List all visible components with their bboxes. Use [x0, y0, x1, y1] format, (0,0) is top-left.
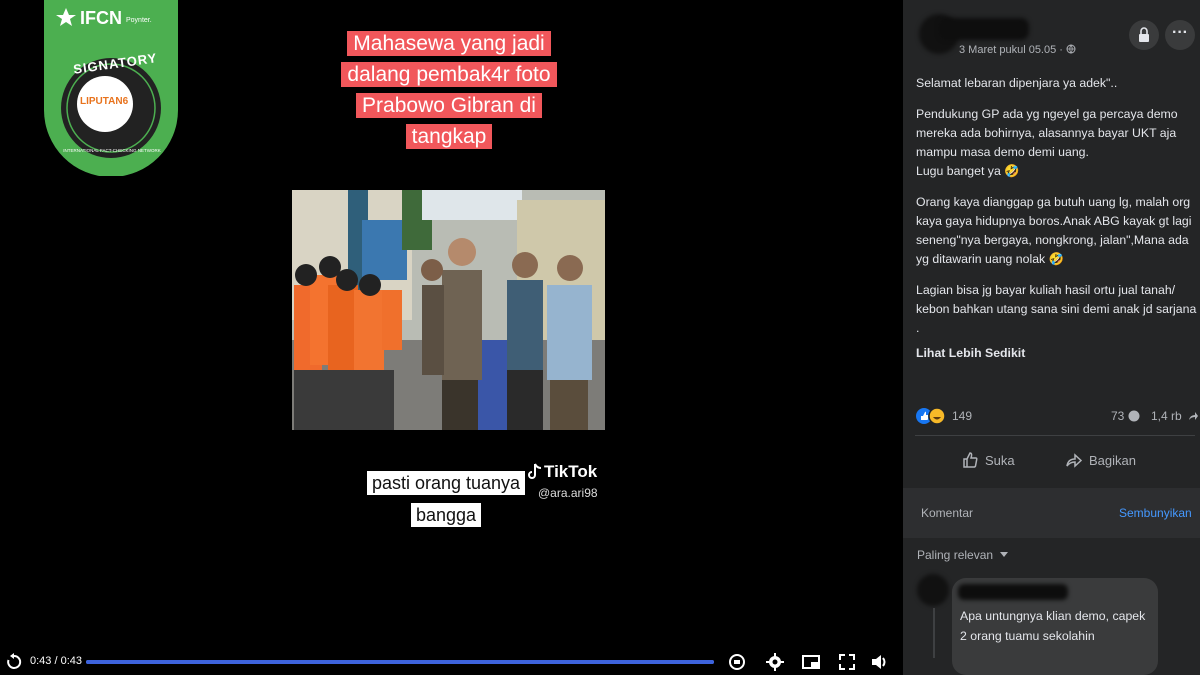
post-paragraph-4: Lagian bisa jg bayar kuliah hasil ortu j…: [916, 283, 1197, 335]
comment-text: Apa untungnya klian demo, capek 2 orang …: [960, 609, 1146, 643]
sort-label: Paling relevan: [917, 548, 994, 562]
share-button[interactable]: Bagikan: [1065, 451, 1136, 469]
poynter-label: Poynter.: [126, 17, 152, 24]
more-icon: ···: [1172, 24, 1188, 41]
replay-icon[interactable]: [4, 652, 24, 672]
commenter-name-redacted[interactable]: [958, 584, 1068, 600]
reaction-count[interactable]: 149: [952, 409, 972, 423]
like-label: Suka: [985, 452, 1015, 468]
share-count[interactable]: 1,4 rb: [1151, 409, 1182, 423]
haha-reaction-icon: [928, 407, 946, 425]
tab-comments[interactable]: Komentar: [921, 506, 973, 520]
progress-bar[interactable]: [86, 660, 714, 664]
tiktok-handle: @ara.ari98: [538, 486, 598, 500]
pip-icon[interactable]: [801, 652, 821, 672]
ifcn-signatory-badge: IFCN Poynter. SIGNATORY INTERNATIONAL FA…: [44, 0, 178, 177]
liputan6-logo: LIPUTAN6: [80, 96, 129, 107]
share-count-icon: [1189, 412, 1198, 420]
caption-top-text: Mahasewa yang jadi dalang pembak4r foto …: [341, 31, 557, 149]
post-paragraph-1: Selamat lebaran dipenjara ya adek"..: [916, 76, 1118, 90]
playback-time: 0:43 / 0:43: [30, 655, 82, 667]
comment-bubble: Apa untungnya klian demo, capek 2 orang …: [952, 578, 1158, 675]
video-controls: 0:43 / 0:43: [0, 648, 903, 675]
progress-fill: [86, 660, 714, 664]
share-label: Bagikan: [1089, 452, 1136, 468]
tiktok-icon: [528, 463, 542, 479]
reactions-bar: 149 73 1,4 rb: [915, 404, 1198, 428]
captions-icon[interactable]: [727, 652, 747, 672]
video-player[interactable]: IFCN Poynter. SIGNATORY INTERNATIONAL FA…: [0, 0, 903, 675]
thumbs-up-icon: [963, 452, 978, 468]
share-icon: [1066, 453, 1083, 468]
post-paragraph-3: Orang kaya dianggap ga butuh uang lg, ma…: [916, 195, 1192, 266]
comment-sort-dropdown[interactable]: Paling relevan: [917, 548, 1009, 562]
volume-icon[interactable]: [870, 652, 890, 672]
tiktok-watermark: TikTok @ara.ari98: [528, 462, 598, 500]
comments-tabbar: Komentar Sembunyikan: [903, 488, 1200, 538]
reaction-icons[interactable]: [915, 406, 949, 426]
comment-thread-line: [933, 608, 935, 658]
ifcn-brand: IFCN: [80, 8, 122, 28]
video-caption-top: Mahasewa yang jadi dalang pembak4r foto …: [340, 28, 558, 152]
post-body: Selamat lebaran dipenjara ya adek".. Pen…: [916, 74, 1198, 363]
video-caption-bottom: pasti orang tuanya bangga: [361, 467, 531, 531]
lock-icon: [1139, 27, 1149, 42]
post-date: 3 Maret pukul 05.05 ·: [959, 44, 1067, 56]
divider: [915, 435, 1195, 436]
fullscreen-icon[interactable]: [837, 652, 857, 672]
author-name-redacted[interactable]: [939, 18, 1029, 40]
chevron-down-icon: [1000, 552, 1009, 557]
comment-count[interactable]: 73: [1111, 409, 1140, 423]
like-button[interactable]: Suka: [961, 451, 1015, 469]
commenter-avatar-redacted[interactable]: [917, 574, 949, 606]
hide-comments-link[interactable]: Sembunyikan: [1119, 506, 1192, 520]
settings-icon[interactable]: [765, 652, 785, 672]
globe-icon: [1066, 44, 1076, 54]
post-panel: 3 Maret pukul 05.05 · ··· Selamat lebara…: [903, 0, 1200, 675]
lock-button[interactable]: [1129, 20, 1159, 50]
tiktok-name: TikTok: [544, 462, 598, 481]
more-options-button[interactable]: ···: [1165, 20, 1195, 50]
caption-bottom-text: pasti orang tuanya bangga: [366, 471, 526, 527]
comment-icon: [1128, 410, 1140, 422]
post-timestamp[interactable]: 3 Maret pukul 05.05 ·: [959, 44, 1076, 56]
video-frame-photo: [292, 190, 605, 430]
post-header: 3 Maret pukul 05.05 · ···: [903, 0, 1200, 70]
see-less-link[interactable]: Lihat Lebih Sedikit: [916, 344, 1198, 363]
ifcn-network-label: INTERNATIONAL FACT-CHECKING NETWORK: [63, 148, 161, 153]
post-paragraph-2: Pendukung GP ada yg ngeyel ga percaya de…: [916, 107, 1178, 178]
